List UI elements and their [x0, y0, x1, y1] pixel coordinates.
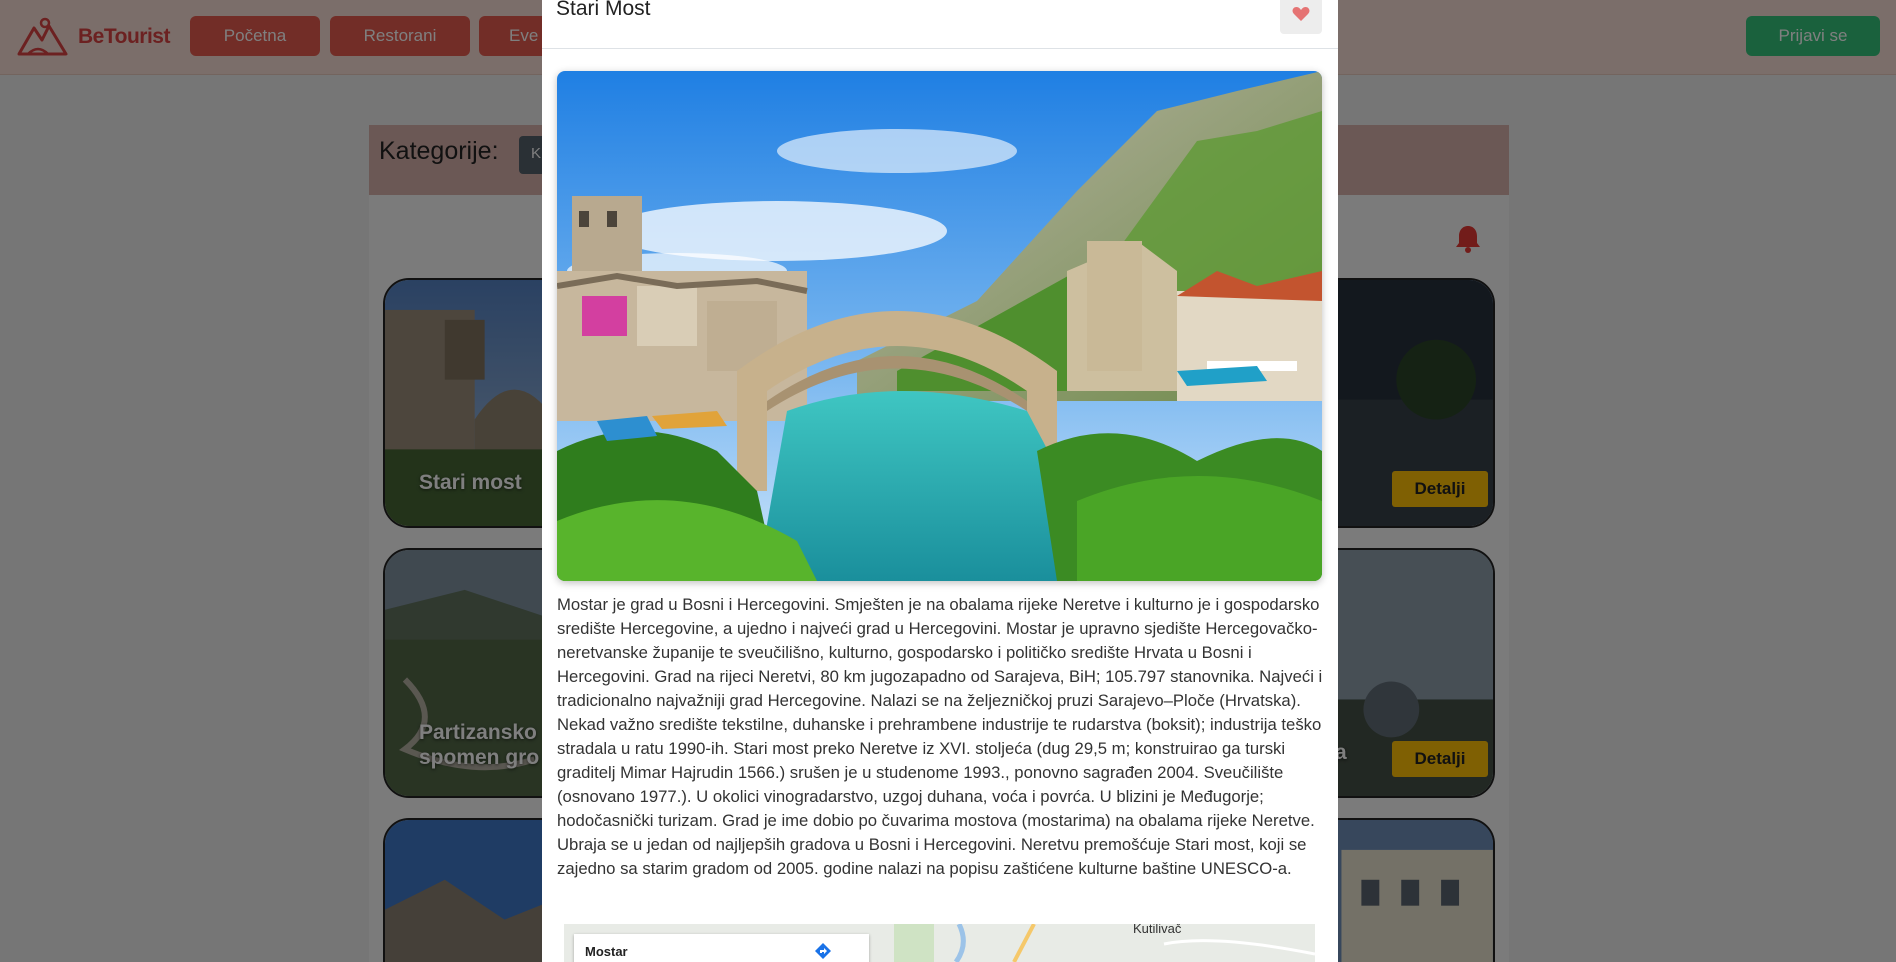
attraction-modal: Stari Most Mostar je grad u Bosni i Herc… [542, 0, 1338, 962]
favorite-button[interactable] [1280, 0, 1322, 34]
attraction-description: Mostar je grad u Bosni i Hercegovini. Sm… [557, 595, 1323, 878]
attraction-photo [557, 71, 1322, 581]
map-info-card: Mostar [574, 934, 869, 962]
heart-icon [1292, 7, 1310, 21]
directions-icon[interactable] [814, 942, 832, 960]
modal-header: Stari Most [542, 0, 1338, 49]
map-place-label: Kutilivač [1133, 924, 1182, 936]
location-map[interactable]: Mostar Kutilivač [564, 924, 1315, 962]
map-city-name: Mostar [585, 944, 628, 959]
modal-title: Stari Most [556, 0, 651, 20]
